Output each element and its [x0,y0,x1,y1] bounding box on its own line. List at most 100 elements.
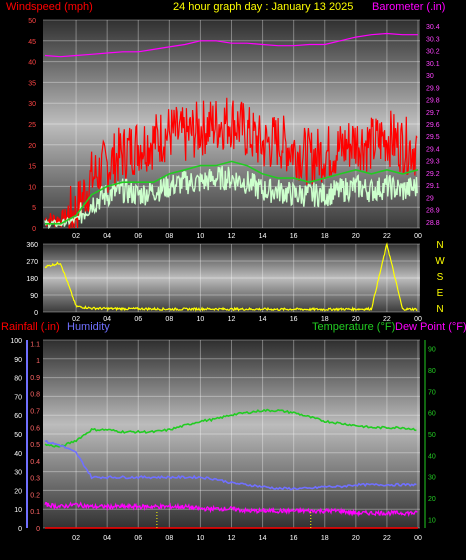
temp-tick-label: 80 [428,368,436,375]
rain-tick-label: 0.1 [30,509,40,516]
humidity-tick-label: 10 [14,507,22,514]
temp-tick-label: 10 [428,517,436,524]
baro-tick-label: 29.7 [426,110,440,117]
baro-tick-label: 29.2 [426,171,440,178]
x-tick-label: 06 [134,233,142,240]
rain-tick-label: 0.8 [30,392,40,399]
rain-tick-label: 1 [36,358,40,365]
x-tick-label: 04 [103,535,111,542]
compass-label: N [436,304,443,315]
compass-label: E [437,288,444,299]
x-tick-label: 08 [165,233,173,240]
baro-tick-label: 29 [426,195,434,202]
baro-tick-label: 29.6 [426,122,440,129]
rain-tick-label: 0.2 [30,492,40,499]
rainfall-axis-title: Rainfall (.in) [1,321,60,333]
x-tick-label: 00 [414,535,422,542]
x-tick-label: 22 [383,535,391,542]
compass-label: W [435,256,445,267]
dir-tick-label: 180 [26,276,38,283]
x-tick-label: 16 [290,316,298,323]
x-tick-label: 10 [197,535,205,542]
x-tick-label: 06 [134,535,142,542]
baro-tick-label: 29.9 [426,85,440,92]
x-tick-label: 08 [165,316,173,323]
humidity-tick-label: 70 [14,394,22,401]
temp-tick-label: 30 [428,475,436,482]
baro-tick-label: 29.8 [426,98,440,105]
baro-tick-label: 29.3 [426,159,440,166]
x-tick-label: 20 [352,233,360,240]
wind-tick-label: 5 [32,205,36,212]
baro-tick-label: 29.4 [426,146,440,153]
humidity-tick-label: 30 [14,470,22,477]
baro-tick-label: 30.4 [426,24,440,31]
x-tick-label: 08 [165,535,173,542]
dewpoint-axis-title: Dew Point (°F) [395,321,466,333]
x-tick-label: 12 [228,316,236,323]
x-tick-label: 12 [228,233,236,240]
humidity-tick-label: 60 [14,413,22,420]
wind-tick-label: 25 [28,122,36,129]
temp-tick-label: 90 [428,347,436,354]
humidity-tick-label: 90 [14,357,22,364]
x-tick-label: 04 [103,233,111,240]
temp-tick-label: 60 [428,411,436,418]
x-tick-label: 14 [259,535,267,542]
baro-tick-label: 28.8 [426,220,440,227]
compass-label: S [437,272,444,283]
humidity-axis-title: Humidity [67,321,110,333]
rain-tick-label: 0.6 [30,425,40,432]
baro-tick-label: 30.2 [426,49,440,56]
wind-tick-label: 50 [28,18,36,25]
humidity-tick-label: 0 [18,526,22,533]
wind-tick-label: 10 [28,184,36,191]
baro-tick-label: 28.9 [426,208,440,215]
dir-tick-label: 90 [30,293,38,300]
wind-tick-label: 0 [32,226,36,233]
dir-tick-label: 0 [34,310,38,317]
humidity-tick-label: 40 [14,451,22,458]
rain-tick-label: 0.9 [30,375,40,382]
temp-tick-label: 50 [428,432,436,439]
wind-tick-label: 30 [28,101,36,108]
temp-tick-label: 40 [428,453,436,460]
temperature-axis-title: Temperature (°F) [312,321,395,333]
rain-tick-label: 0.7 [30,409,40,416]
x-tick-label: 10 [197,316,205,323]
rain-tick-label: 0 [36,526,40,533]
dir-tick-label: 270 [26,259,38,266]
x-tick-label: 16 [290,233,298,240]
baro-tick-label: 29.5 [426,134,440,141]
temp-tick-label: 20 [428,496,436,503]
x-tick-label: 12 [228,535,236,542]
x-tick-label: 16 [290,535,298,542]
windspeed-axis-title: Windspeed (mph) [6,1,93,13]
barometer-axis-title: Barometer (.in) [372,1,445,13]
x-tick-label: 18 [321,535,329,542]
x-tick-label: 18 [321,233,329,240]
x-tick-label: 02 [72,535,80,542]
baro-tick-label: 29.1 [426,183,440,190]
wind-tick-label: 45 [28,39,36,46]
humidity-tick-label: 50 [14,432,22,439]
dir-tick-label: 360 [26,242,38,249]
x-tick-label: 14 [259,233,267,240]
baro-tick-label: 30.3 [426,36,440,43]
x-tick-label: 02 [72,233,80,240]
graph-title: 24 hour graph day : January 13 2025 [173,1,353,13]
x-tick-label: 06 [134,316,142,323]
x-tick-label: 00 [414,233,422,240]
x-tick-label: 14 [259,316,267,323]
wind-tick-label: 15 [28,164,36,171]
baro-tick-label: 30 [426,73,434,80]
rain-tick-label: 0.5 [30,442,40,449]
wind-tick-label: 20 [28,143,36,150]
rain-tick-label: 0.4 [30,459,40,466]
x-tick-label: 10 [197,233,205,240]
x-tick-label: 22 [383,233,391,240]
rain-tick-label: 0.3 [30,476,40,483]
humidity-tick-label: 80 [14,376,22,383]
x-tick-label: 20 [352,535,360,542]
rain-tick-label: 1.1 [30,341,40,348]
